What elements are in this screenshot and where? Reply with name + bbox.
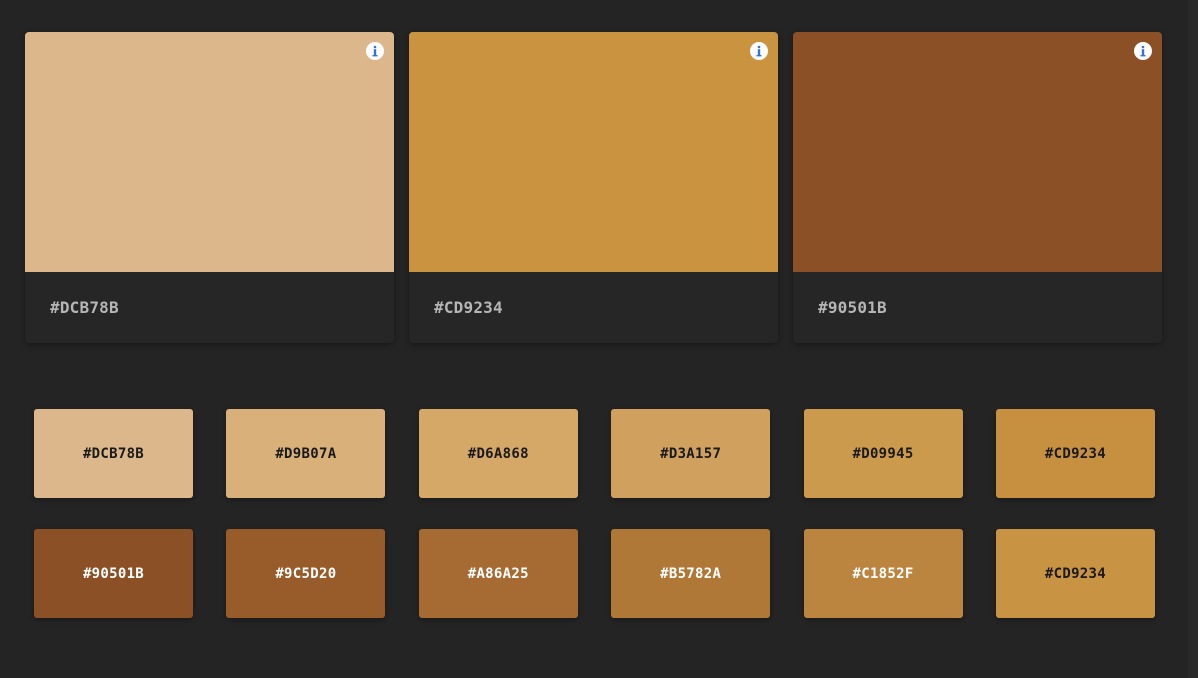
main-palette-row: #DCB78B #CD9234 #90501B (25, 32, 1162, 343)
shade-tile[interactable]: #D9B07A (226, 409, 386, 498)
color-swatch[interactable] (25, 32, 394, 272)
info-icon[interactable] (750, 42, 768, 60)
color-hex-label: #DCB78B (50, 298, 119, 317)
shade-tile[interactable]: #90501B (34, 529, 193, 618)
shade-tile[interactable]: #CD9234 (995, 409, 1155, 498)
info-icon[interactable] (1134, 42, 1152, 60)
shades-row-light: #DCB78B #D9B07A #D6A868 #D3A157 #D09945 … (34, 409, 1155, 498)
shade-tile[interactable]: #A86A25 (418, 529, 578, 618)
scrollbar[interactable] (1188, 0, 1198, 678)
shade-tile[interactable]: #B5782A (611, 529, 771, 618)
color-hex-label: #90501B (818, 298, 887, 317)
info-icon[interactable] (366, 42, 384, 60)
shade-tile[interactable]: #CD9234 (995, 529, 1155, 618)
shade-tile[interactable]: #9C5D20 (226, 529, 386, 618)
shade-tile[interactable]: #D6A868 (418, 409, 578, 498)
color-swatch[interactable] (409, 32, 778, 272)
shade-tile[interactable]: #D3A157 (611, 409, 771, 498)
color-hex-label: #CD9234 (434, 298, 503, 317)
palette-page: #DCB78B #CD9234 #90501B #DCB78B #D9B07A … (0, 0, 1198, 678)
color-swatch[interactable] (793, 32, 1162, 272)
shades-row-dark: #90501B #9C5D20 #A86A25 #B5782A #C1852F … (34, 529, 1155, 618)
color-card[interactable]: #90501B (793, 32, 1162, 343)
shade-tile[interactable]: #C1852F (803, 529, 963, 618)
shade-tile[interactable]: #D09945 (803, 409, 963, 498)
shade-tile[interactable]: #DCB78B (34, 409, 193, 498)
color-card[interactable]: #DCB78B (25, 32, 394, 343)
color-card[interactable]: #CD9234 (409, 32, 778, 343)
